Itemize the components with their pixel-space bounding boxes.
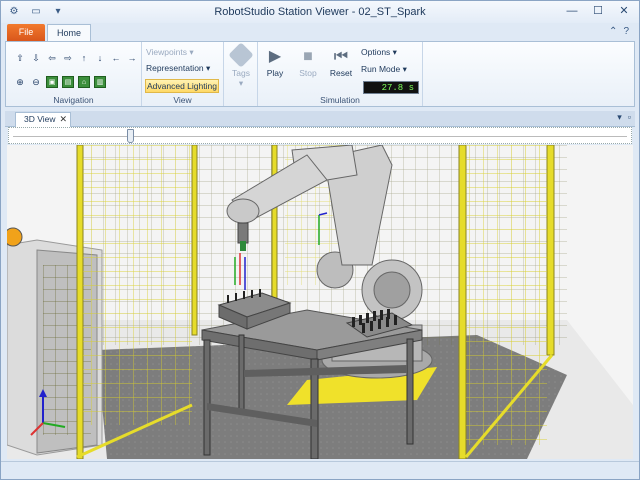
viewport-3d[interactable] [7,145,633,459]
navigation-group-label: Navigation [53,95,94,105]
simulation-group-label: Simulation [320,95,360,105]
play-button[interactable]: ▶ Play [258,46,292,78]
tab-list-icon[interactable]: ▾ [617,112,622,123]
restore-icon[interactable]: ▫ [628,112,631,123]
tags-group: Tags ▾ [224,42,258,106]
view-side-icon[interactable]: ▥ [94,76,106,88]
station-scene [7,145,633,459]
minimize-button[interactable]: — [561,3,583,19]
viewpoints-dropdown[interactable]: Viewpoints ▾ [146,47,194,58]
stop-button[interactable]: ■ Stop [291,46,325,78]
close-button[interactable]: ✕ [613,3,635,19]
play-label: Play [266,68,284,78]
tag-icon [228,42,254,68]
chevron-down-icon: ▾ [238,78,244,88]
stop-label: Stop [299,68,317,78]
navigation-group: ⇧ ⇩ ⇦ ⇨ ↑ ↓ ← → ⊕ ⊖ ▣ ▤ ⌂ ▥ Navigation [6,42,142,106]
arrow-left-icon[interactable]: ← [110,52,122,64]
options-dropdown[interactable]: Options ▾ [361,47,397,58]
tab-file[interactable]: File [7,24,45,41]
stop-icon: ■ [303,48,313,65]
reset-icon: ⏮ [333,48,349,65]
tags-label: Tags [232,68,250,78]
view-front-icon[interactable]: ▤ [62,76,74,88]
status-bar [1,461,639,479]
view-group: Viewpoints ▾ Representation ▾ Advanced L… [142,42,224,106]
reset-label: Reset [329,68,353,78]
advanced-lighting-button[interactable]: Advanced Lighting [145,79,219,93]
run-mode-dropdown[interactable]: Run Mode ▾ [361,64,407,75]
simulation-time-display: 27.8 s [363,81,419,94]
navigation-row-2: ⊕ ⊖ ▣ ▤ ⌂ ▥ [14,76,106,88]
ribbon-home: ⇧ ⇩ ⇦ ⇨ ↑ ↓ ← → ⊕ ⊖ ▣ ▤ ⌂ ▥ Navigation V… [5,41,635,107]
tags-button[interactable]: Tags ▾ [224,42,258,89]
view-group-label: View [173,95,192,105]
help-icon[interactable]: ? [623,26,629,37]
window-title: RobotStudio Station Viewer - 02_ST_Spark [214,6,426,18]
rotate-left-icon[interactable]: ⇦ [46,52,58,64]
representation-dropdown[interactable]: Representation ▾ [146,63,210,74]
minimize-ribbon-icon[interactable]: ⌃ [609,26,617,37]
tab-home[interactable]: Home [47,24,91,42]
ribbon-help-controls: ⌃ ? [609,26,629,37]
reset-button[interactable]: ⏮ Reset [324,46,358,78]
ribbon-tab-row: File Home ⌃ ? [1,23,639,42]
tab-3d-view[interactable]: 3D View ✕ [15,112,71,127]
view-all-icon[interactable]: ▣ [46,76,58,88]
view-home-icon[interactable]: ⌂ [78,76,90,88]
arrow-up-icon[interactable]: ↑ [78,52,90,64]
arrow-right-icon[interactable]: → [126,52,138,64]
timeline-slider[interactable] [8,127,632,144]
play-icon: ▶ [268,48,282,65]
close-icon[interactable]: ✕ [59,113,67,126]
pan-down-left-icon[interactable]: ⇩ [30,52,42,64]
rotate-right-icon[interactable]: ⇨ [62,52,74,64]
zoom-in-icon[interactable]: ⊕ [14,76,26,88]
document-controls: ▾ ▫ [617,112,631,123]
window-controls: — ☐ ✕ [561,3,635,19]
document-tab-bar: 3D View ✕ ▾ ▫ [5,111,635,127]
timeline-thumb[interactable] [127,129,134,143]
pan-up-left-icon[interactable]: ⇧ [14,52,26,64]
timeline-track [13,136,627,137]
maximize-button[interactable]: ☐ [587,3,609,19]
title-bar: ⚙ ▭ ▾ RobotStudio Station Viewer - 02_ST… [1,1,639,23]
navigation-row-1: ⇧ ⇩ ⇦ ⇨ ↑ ↓ ← → [14,52,138,64]
arrow-down-icon[interactable]: ↓ [94,52,106,64]
station-viewer-window: ⚙ ▭ ▾ RobotStudio Station Viewer - 02_ST… [0,0,640,480]
zoom-out-icon[interactable]: ⊖ [30,76,42,88]
tab-3d-view-label: 3D View [24,114,56,124]
